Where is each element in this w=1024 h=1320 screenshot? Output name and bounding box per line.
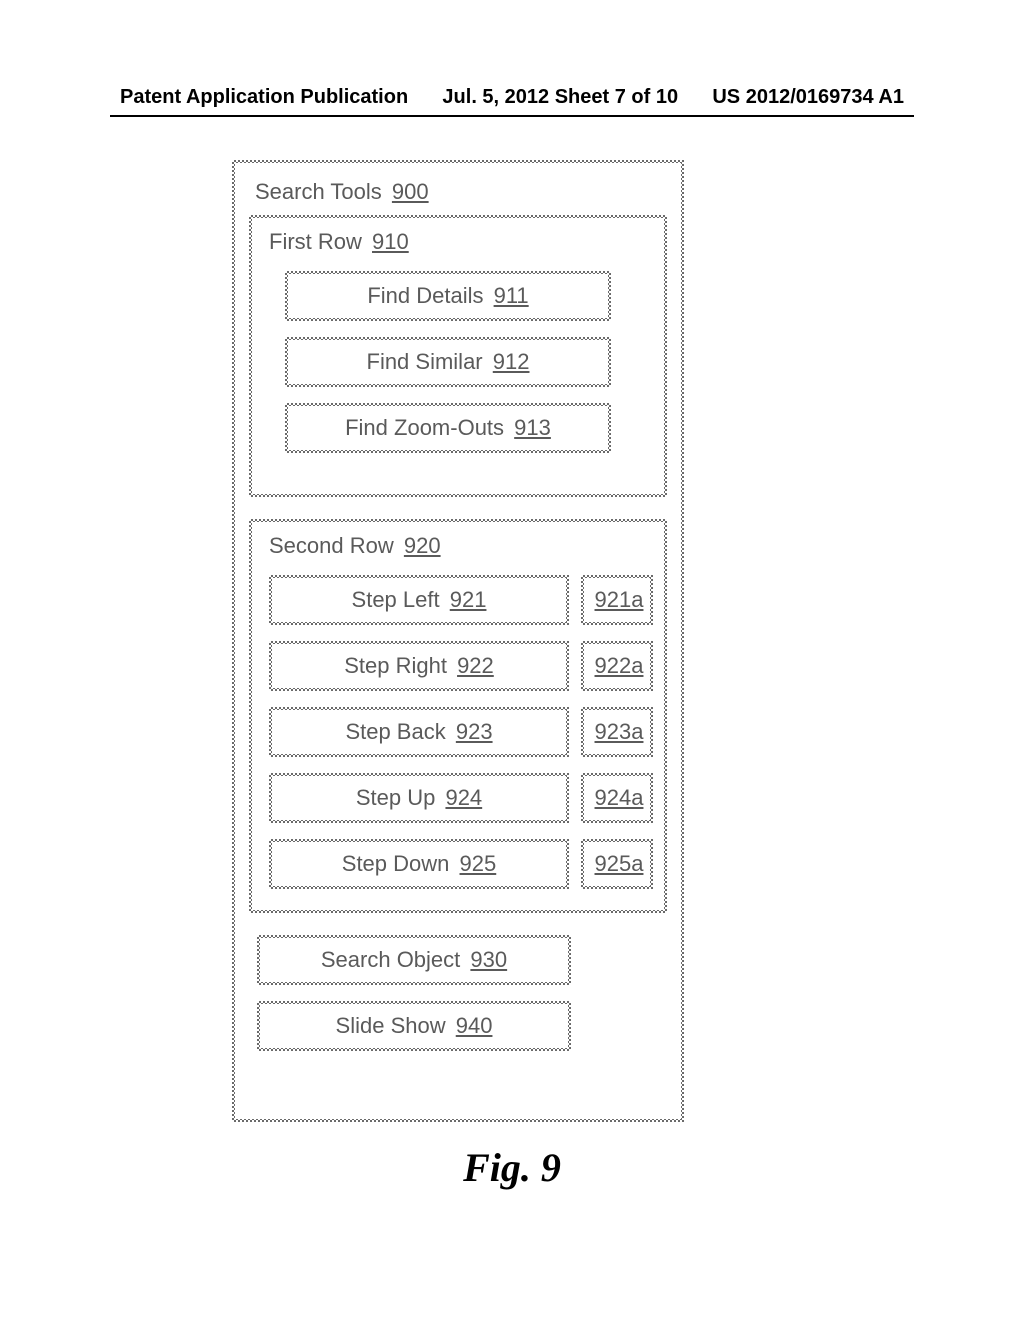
second-row-item: Step Up 924 924a: [263, 773, 653, 823]
figure-caption: Fig. 9: [0, 1144, 1024, 1191]
second-row-item: Step Back 923 923a: [263, 707, 653, 757]
slide-show-label: Slide Show: [336, 1013, 446, 1038]
step-left-label: Step Left: [352, 587, 440, 612]
slide-show-button[interactable]: Slide Show 940: [257, 1001, 571, 1051]
step-down-aux-ref: 925a: [595, 851, 644, 876]
first-row-panel: First Row 910 Find Details 911: [249, 215, 667, 497]
second-row-title: Second Row 920: [263, 533, 653, 559]
second-row-title-ref: 920: [404, 533, 441, 558]
step-back-aux-ref: 923a: [595, 719, 644, 744]
slide-show-ref: 940: [456, 1013, 493, 1038]
step-down-ref: 925: [460, 851, 497, 876]
search-object-button[interactable]: Search Object 930: [257, 935, 571, 985]
first-row-title: First Row 910: [263, 229, 653, 255]
step-back-aux-button[interactable]: 923a: [581, 707, 653, 757]
search-object-label: Search Object: [321, 947, 460, 972]
step-down-label: Step Down: [342, 851, 450, 876]
step-right-ref: 922: [457, 653, 494, 678]
step-right-aux-ref: 922a: [595, 653, 644, 678]
step-up-aux-button[interactable]: 924a: [581, 773, 653, 823]
second-row-item: Step Right 922 922a: [263, 641, 653, 691]
find-similar-button[interactable]: Find Similar 912: [285, 337, 611, 387]
first-row-item: Find Similar 912: [263, 337, 653, 387]
step-right-button[interactable]: Step Right 922: [269, 641, 569, 691]
header-left: Patent Application Publication: [120, 86, 408, 109]
step-back-button[interactable]: Step Back 923: [269, 707, 569, 757]
step-left-ref: 921: [450, 587, 487, 612]
header-center: Jul. 5, 2012 Sheet 7 of 10: [442, 86, 678, 109]
step-down-button[interactable]: Step Down 925: [269, 839, 569, 889]
first-row-title-text: First Row: [269, 229, 362, 254]
step-up-ref: 924: [445, 785, 482, 810]
search-tools-title: Search Tools 900: [249, 179, 667, 205]
step-right-label: Step Right: [344, 653, 447, 678]
step-up-aux-ref: 924a: [595, 785, 644, 810]
step-right-aux-button[interactable]: 922a: [581, 641, 653, 691]
find-zoom-outs-label: Find Zoom-Outs: [345, 415, 504, 440]
find-details-label: Find Details: [367, 283, 483, 308]
step-up-label: Step Up: [356, 785, 436, 810]
page: Patent Application Publication Jul. 5, 2…: [0, 0, 1024, 1320]
first-row-title-ref: 910: [372, 229, 409, 254]
header-rule: [110, 115, 914, 117]
search-object-ref: 930: [470, 947, 507, 972]
step-back-ref: 923: [456, 719, 493, 744]
second-row-item: Step Down 925 925a: [263, 839, 653, 889]
step-left-button[interactable]: Step Left 921: [269, 575, 569, 625]
second-row-title-text: Second Row: [269, 533, 394, 558]
first-row-item: Find Details 911: [263, 271, 653, 321]
search-tools-title-text: Search Tools: [255, 179, 382, 204]
step-up-button[interactable]: Step Up 924: [269, 773, 569, 823]
step-left-aux-ref: 921a: [595, 587, 644, 612]
step-left-aux-button[interactable]: 921a: [581, 575, 653, 625]
step-down-aux-button[interactable]: 925a: [581, 839, 653, 889]
find-details-button[interactable]: Find Details 911: [285, 271, 611, 321]
find-similar-ref: 912: [493, 349, 530, 374]
search-object-row: Search Object 930: [249, 935, 667, 985]
first-row-item: Find Zoom-Outs 913: [263, 403, 653, 453]
page-header: Patent Application Publication Jul. 5, 2…: [0, 86, 1024, 109]
search-tools-title-ref: 900: [392, 179, 429, 204]
find-zoom-outs-button[interactable]: Find Zoom-Outs 913: [285, 403, 611, 453]
header-right: US 2012/0169734 A1: [712, 86, 904, 109]
step-back-label: Step Back: [345, 719, 445, 744]
slide-show-row: Slide Show 940: [249, 1001, 667, 1051]
search-tools-panel: Search Tools 900 First Row 910 Find Deta…: [232, 160, 684, 1122]
find-zoom-outs-ref: 913: [514, 415, 551, 440]
find-details-ref: 911: [494, 283, 529, 308]
second-row-item: Step Left 921 921a: [263, 575, 653, 625]
find-similar-label: Find Similar: [367, 349, 483, 374]
second-row-panel: Second Row 920 Step Left 921 921a: [249, 519, 667, 913]
